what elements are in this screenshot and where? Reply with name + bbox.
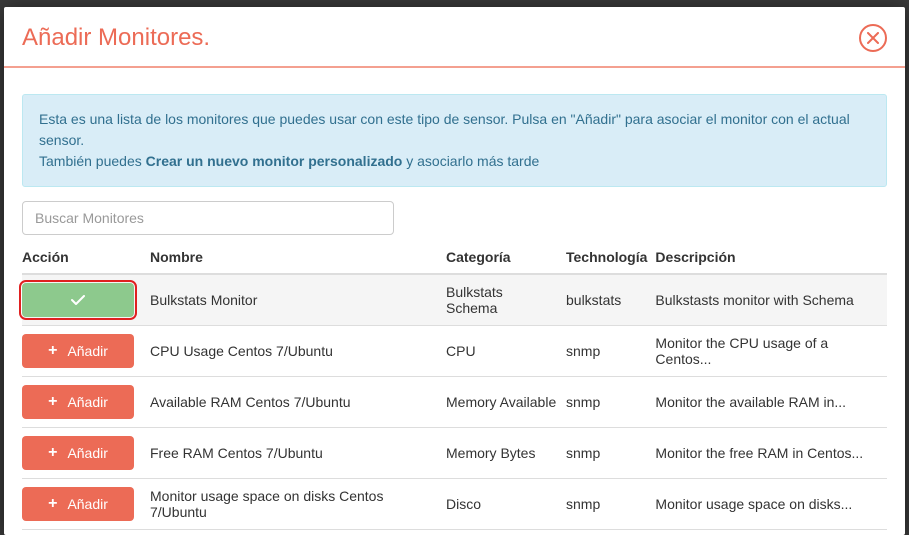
cell-description: Bulkstasts monitor with Schema — [655, 274, 887, 326]
col-header-name: Nombre — [150, 241, 446, 274]
cell-category: Carga — [446, 530, 566, 535]
cell-category: Disco — [446, 479, 566, 530]
cell-category: Bulkstats Schema — [446, 274, 566, 326]
cell-name: Bulkstats Monitor — [150, 274, 446, 326]
info-text-2-pre: También puedes — [39, 153, 146, 169]
add-button-label: Añadir — [67, 496, 107, 512]
monitors-table: Acción Nombre Categoría Technología Desc… — [22, 241, 887, 535]
search-input[interactable] — [22, 201, 394, 235]
modal-header: Añadir Monitores. — [4, 7, 905, 66]
modal-body: Esta es una lista de los monitores que p… — [4, 68, 905, 535]
add-button[interactable]: + Añadir — [22, 436, 134, 470]
cell-technology: snmp — [566, 479, 655, 530]
cell-name: Free RAM Centos 7/Ubuntu — [150, 428, 446, 479]
add-button[interactable]: + Añadir — [22, 487, 134, 521]
cell-name: CPU Load Centos 7/Ubuntu — [150, 530, 446, 535]
info-alert: Esta es una lista de los monitores que p… — [22, 94, 887, 187]
close-button[interactable] — [859, 24, 887, 52]
add-button[interactable]: + Añadir — [22, 385, 134, 419]
cell-technology: snmp — [566, 326, 655, 377]
col-header-action: Acción — [22, 241, 150, 274]
cell-description: Monitor the CPU usage of a Centos... — [655, 326, 887, 377]
check-icon — [71, 295, 85, 306]
table-row: Bulkstats MonitorBulkstats Schemabulksta… — [22, 274, 887, 326]
cell-technology: snmp — [566, 428, 655, 479]
cell-technology: snmp — [566, 377, 655, 428]
info-text-1: Esta es una lista de los monitores que p… — [39, 111, 850, 148]
modal-title: Añadir Monitores. — [22, 24, 210, 52]
plus-icon: + — [48, 343, 57, 359]
cell-category: Memory Available — [446, 377, 566, 428]
table-row: + Añadir Available RAM Centos 7/UbuntuMemo… — [22, 377, 887, 428]
cell-description: Monitor the last minute load of a... — [655, 530, 887, 535]
added-button[interactable] — [22, 283, 134, 317]
col-header-category: Categoría — [446, 241, 566, 274]
info-text-2-post: y asociarlo más tarde — [402, 153, 539, 169]
col-header-description: Descripción — [655, 241, 887, 274]
cell-description: Monitor the available RAM in... — [655, 377, 887, 428]
add-button-label: Añadir — [67, 394, 107, 410]
cell-name: CPU Usage Centos 7/Ubuntu — [150, 326, 446, 377]
table-row: + Añadir Monitor usage space on disks Cent… — [22, 479, 887, 530]
plus-icon: + — [48, 496, 57, 512]
table-row: +AñadirCPU Load Centos 7/UbuntuCargasnmp… — [22, 530, 887, 535]
cell-category: CPU — [446, 326, 566, 377]
col-header-technology: Technología — [566, 241, 655, 274]
table-row: + Añadir CPU Usage Centos 7/UbuntuCPUsnmpM… — [22, 326, 887, 377]
table-row: + Añadir Free RAM Centos 7/UbuntuMemory By… — [22, 428, 887, 479]
cell-name: Available RAM Centos 7/Ubuntu — [150, 377, 446, 428]
cell-category: Memory Bytes — [446, 428, 566, 479]
add-button[interactable]: + Añadir — [22, 334, 134, 368]
create-monitor-link[interactable]: Crear un nuevo monitor personalizado — [146, 153, 403, 169]
cell-description: Monitor the free RAM in Centos... — [655, 428, 887, 479]
cell-name: Monitor usage space on disks Centos 7/Ub… — [150, 479, 446, 530]
plus-icon: + — [48, 394, 57, 410]
add-button-label: Añadir — [67, 445, 107, 461]
plus-icon: + — [48, 445, 57, 461]
cell-technology: snmp — [566, 530, 655, 535]
add-button-label: Añadir — [67, 343, 107, 359]
cell-technology: bulkstats — [566, 274, 655, 326]
add-monitors-modal: Añadir Monitores. Esta es una lista de l… — [4, 7, 905, 535]
cell-description: Monitor usage space on disks... — [655, 479, 887, 530]
close-icon — [867, 32, 879, 44]
